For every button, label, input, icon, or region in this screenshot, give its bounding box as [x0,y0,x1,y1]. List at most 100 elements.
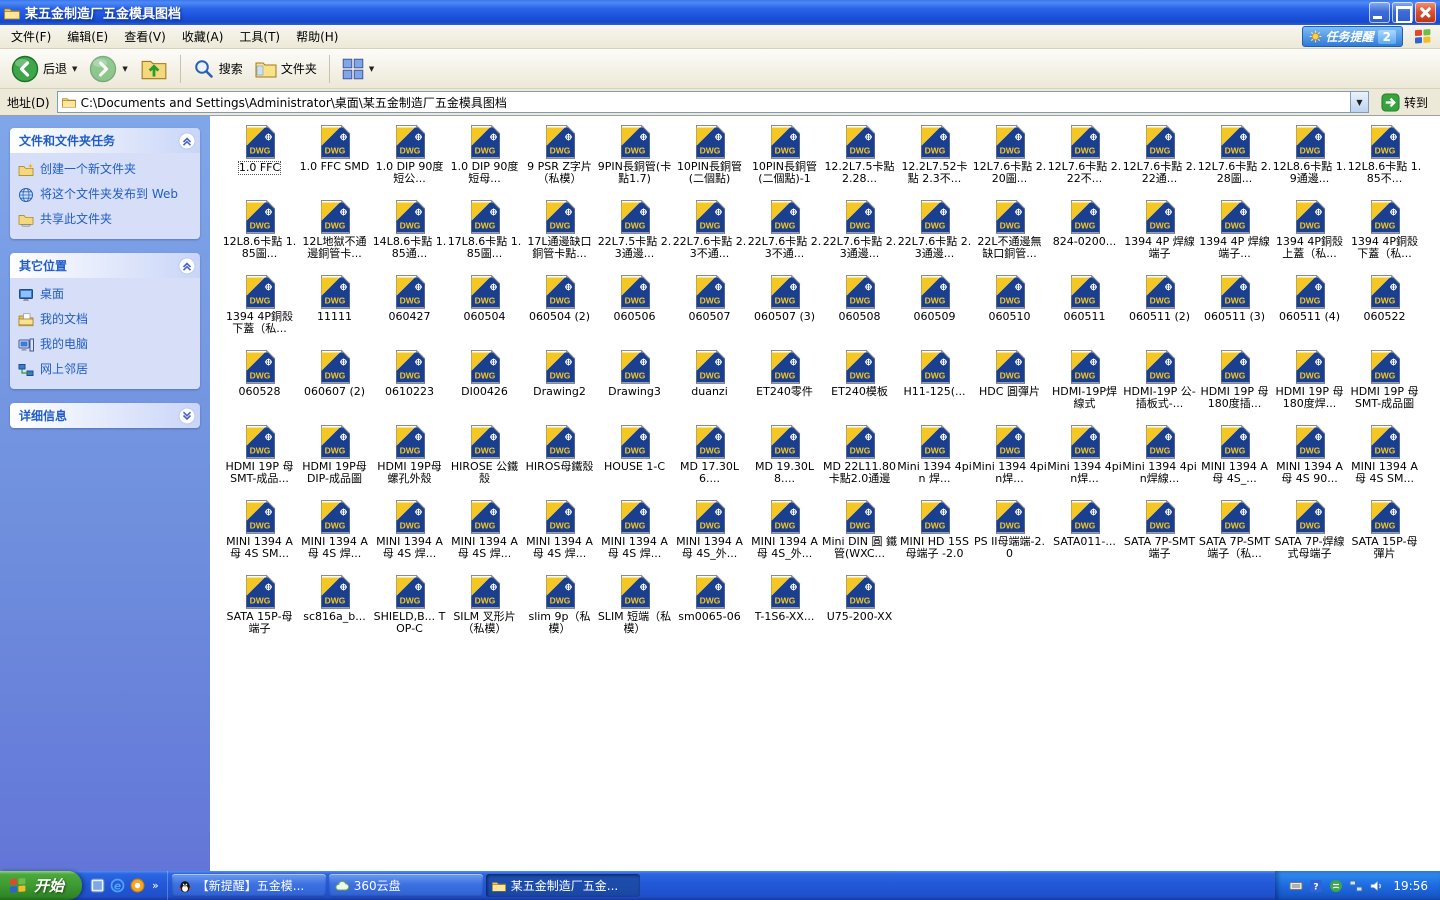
file-item[interactable]: DWG MD 19.30L8.... [747,424,822,499]
file-item[interactable]: DWG SATA 15P-母端子 [222,574,297,649]
menu-item[interactable]: 文件(F) [3,25,59,48]
file-item[interactable]: DWG HIROSE 公鐵殼 [447,424,522,499]
file-item[interactable]: DWG 1394 4P銅殼下蓋（私... [1347,199,1422,274]
sidebar-item[interactable]: 创建一个新文件夹 [18,162,192,178]
file-item[interactable]: DWG MINI 1394 A 母 4S 焊... [372,499,447,574]
menu-item[interactable]: 编辑(E) [59,25,116,48]
file-item[interactable]: DWG MINI 1394 A 母 4S SM... [222,499,297,574]
sidebar-item[interactable]: 我的电脑 [18,337,192,353]
close-button[interactable] [1415,2,1436,23]
file-item[interactable]: DWG HDMI-19P 公-插板式-... [1122,349,1197,424]
file-item[interactable]: DWG 060528 [222,349,297,424]
file-item[interactable]: DWG 12L8.6卡點 1.9通邊... [1272,124,1347,199]
file-item[interactable]: DWG HDMI 19P 母 180度焊... [1272,349,1347,424]
file-item[interactable]: DWG 12L7.6卡點 2.20圖... [972,124,1047,199]
file-item[interactable]: DWG HDC 圓彈片 [972,349,1047,424]
file-item[interactable]: DWG 12L8.6卡點 1.85圖... [222,199,297,274]
file-item[interactable]: DWG 060511 [1047,274,1122,349]
file-item[interactable]: DWG SATA 15P-母彈片 [1347,499,1422,574]
taskbar-task[interactable]: 某五金制造厂五金... [485,874,640,897]
address-input[interactable]: C:\Documents and Settings\Administrator\… [56,91,1369,113]
file-item[interactable]: DWG 11111 [297,274,372,349]
file-item[interactable]: DWG Drawing2 [522,349,597,424]
file-item[interactable]: DWG duanzi [672,349,747,424]
file-item[interactable]: DWG MINI 1394 A 母 4S_外... [747,499,822,574]
file-item[interactable]: DWG PS II母端端-2.0 [972,499,1047,574]
file-item[interactable]: DWG 060522 [1347,274,1422,349]
sidebar-item[interactable]: 我的文档 [18,312,192,328]
file-item[interactable]: DWG 22L7.6卡點 2.3不通... [747,199,822,274]
file-item[interactable]: DWG SLIM 短端（私模） [597,574,672,649]
input-method-icon[interactable] [1289,879,1303,893]
file-item[interactable]: DWG HDMI 19P 母 SMT-成品圖 [1347,349,1422,424]
menu-item[interactable]: 收藏(A) [174,25,232,48]
up-button[interactable] [135,52,173,86]
file-item[interactable]: DWG 17L通邊缺口銅管卡點... [522,199,597,274]
messenger-icon[interactable] [1329,879,1343,893]
back-button[interactable]: 后退 ▼ [6,52,82,86]
file-item[interactable]: DWG 060511 (2) [1122,274,1197,349]
menu-item[interactable]: 查看(V) [116,25,174,48]
app-1-icon[interactable] [90,878,105,893]
file-item[interactable]: DWG 10PIN長銅管(二個點) [672,124,747,199]
chevron-up-icon[interactable] [178,257,196,275]
file-item[interactable]: DWG HOUSE 1-C [597,424,672,499]
search-button[interactable]: 搜索 [188,55,248,83]
file-item[interactable]: DWG HDMI-19P焊線式 [1047,349,1122,424]
file-item[interactable]: DWG MINI 1394 A 母 4S 焊... [597,499,672,574]
file-item[interactable]: DWG 12.2L7.5卡點 2.28... [822,124,897,199]
file-item[interactable]: DWG 060510 [972,274,1047,349]
file-item[interactable]: DWG 22L7.6卡點 2.3通邊... [897,199,972,274]
file-item[interactable]: DWG 9PIN長銅管(卡點1.7) [597,124,672,199]
taskbar-task[interactable]: 【新提醒】五金模... [171,874,326,897]
folders-button[interactable]: 文件夹 [250,55,322,83]
file-item[interactable]: DWG 12L8.6卡點 1.85不... [1347,124,1422,199]
file-item[interactable]: DWG 1394 4P銅殼下蓋（私... [222,274,297,349]
file-item[interactable]: DWG 22L不通邊無缺口銅管... [972,199,1047,274]
file-item[interactable]: DWG 12L7.6卡點 2.28圖... [1197,124,1272,199]
file-item[interactable]: DWG HDMI 19P 母 SMT-成品... [222,424,297,499]
file-item[interactable]: DWG Mini DIN 圓 鐵管(WXC... [822,499,897,574]
menu-item[interactable]: 帮助(H) [288,25,346,48]
sidebar-item[interactable]: 将这个文件夹发布到 Web [18,187,192,203]
file-item[interactable]: DWG HDMI 19P母 螺孔外殼 [372,424,447,499]
file-item[interactable]: DWG 060509 [897,274,972,349]
file-item[interactable]: DWG 060607 (2) [297,349,372,424]
file-item[interactable]: DWG 22L7.5卡點 2.3通邊... [597,199,672,274]
file-item[interactable]: DWG MINI 1394 A 母 4S_外... [672,499,747,574]
panel-header[interactable]: 详细信息 [10,403,200,428]
maximize-button[interactable] [1392,2,1413,23]
file-item[interactable]: DWG H11-125(... [897,349,972,424]
file-item[interactable]: DWG 12L7.6卡點 2.22不... [1047,124,1122,199]
file-item[interactable]: DWG SILM 叉形片（私模） [447,574,522,649]
chevron-down-icon[interactable] [178,407,196,425]
file-item[interactable]: DWG 12.2L7.52卡點 2.3不... [897,124,972,199]
file-item[interactable]: DWG 1394 4P 焊線端子... [1197,199,1272,274]
file-item[interactable]: DWG MINI 1394 A 母 4S SM... [1347,424,1422,499]
file-item[interactable]: DWG DI00426 [447,349,522,424]
file-item[interactable]: DWG 1394 4P銅殼上蓋（私... [1272,199,1347,274]
file-item[interactable]: DWG Drawing3 [597,349,672,424]
file-item[interactable]: DWG Mini 1394 4pin焊線... [1122,424,1197,499]
sidebar-item[interactable]: 共享此文件夹 [18,212,192,228]
file-item[interactable]: DWG slim 9p（私模） [522,574,597,649]
help-icon[interactable]: ? [1309,879,1323,893]
go-button[interactable]: 转到 [1376,92,1433,112]
file-item[interactable]: DWG 060508 [822,274,897,349]
task-reminder-badge[interactable]: 任务提醒 2 [1301,26,1403,47]
file-item[interactable]: DWG sc816a_b... [297,574,372,649]
file-item[interactable]: DWG MD 22L11.80 卡點2.0通邊 [822,424,897,499]
file-item[interactable]: DWG 060504 (2) [522,274,597,349]
file-item[interactable]: DWG SATA 7P-SMT 端子（私... [1197,499,1272,574]
quicklaunch-overflow-chevron[interactable]: » [150,879,159,892]
file-item[interactable]: DWG sm0065-06 [672,574,747,649]
file-item[interactable]: DWG 1394 4P 焊線端子 [1122,199,1197,274]
file-item[interactable]: DWG 10PIN長銅管(二個點)-1 [747,124,822,199]
file-item[interactable]: DWG SATA011-... [1047,499,1122,574]
file-item[interactable]: DWG 22L7.6卡點 2.3通邊... [822,199,897,274]
file-item[interactable]: DWG 060511 (3) [1197,274,1272,349]
file-item[interactable]: DWG 9 PSR Z字片（私模） [522,124,597,199]
file-item[interactable]: DWG 0610223 [372,349,447,424]
file-item[interactable]: DWG 14L8.6卡點 1.85通... [372,199,447,274]
file-item[interactable]: DWG MINI 1394 A 母 4S 焊... [522,499,597,574]
